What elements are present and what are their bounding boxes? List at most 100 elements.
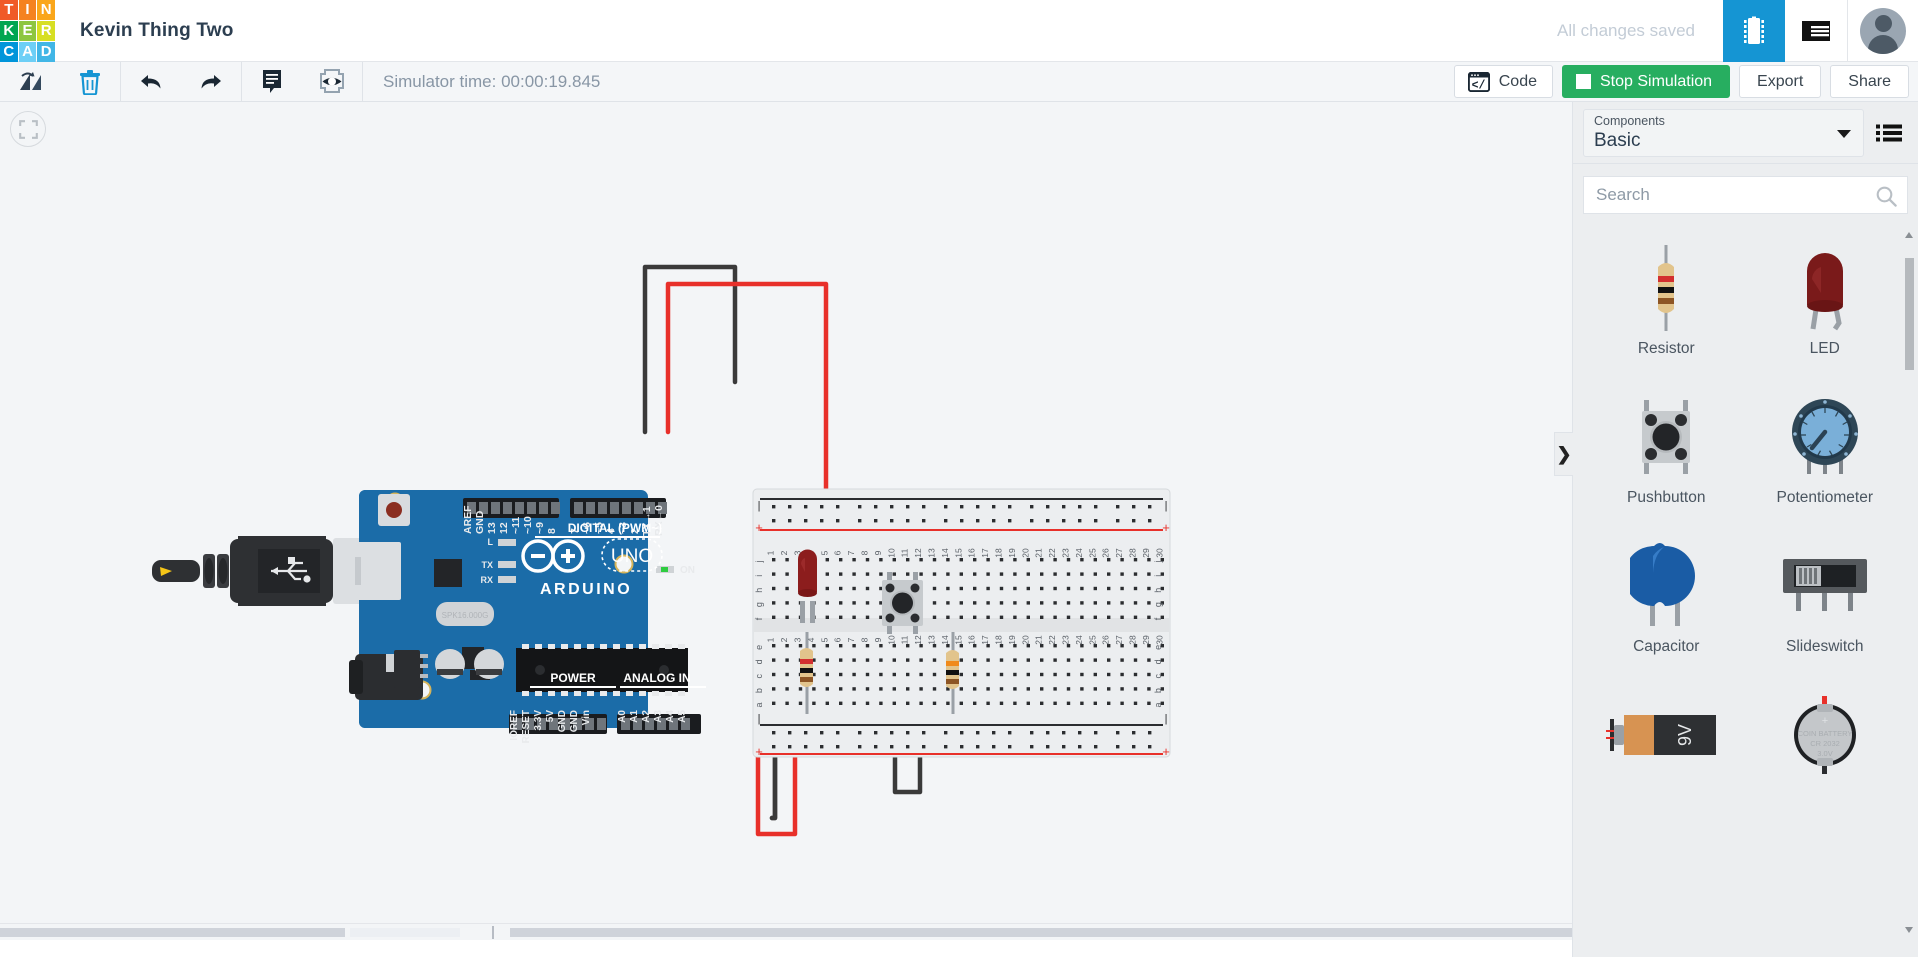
- component-item-potentiometer[interactable]: Potentiometer: [1746, 377, 1905, 526]
- component-item-slideswitch[interactable]: Slideswitch: [1746, 526, 1905, 675]
- share-button[interactable]: Share: [1830, 65, 1909, 98]
- panel-collapse-button[interactable]: ❯: [1554, 432, 1573, 476]
- svg-text:13: 13: [927, 548, 937, 558]
- delete-button[interactable]: [60, 62, 120, 102]
- svg-text:2: 2: [779, 550, 789, 555]
- svg-text:6: 6: [833, 637, 843, 642]
- svg-text:28: 28: [1128, 548, 1138, 558]
- top-bar: T I N K E R C A D Kevin Thing Two All ch…: [0, 0, 1918, 62]
- svg-text:Vin: Vin: [581, 710, 592, 725]
- component-item-resistor[interactable]: Resistor: [1587, 228, 1746, 377]
- rotate-button[interactable]: [0, 62, 60, 102]
- search-input[interactable]: [1584, 177, 1907, 213]
- led-art: [1793, 240, 1857, 336]
- list-view-icon: [1876, 124, 1902, 141]
- wire-red-top: [665, 281, 829, 525]
- component-label: LED: [1809, 340, 1840, 357]
- svg-text:|: |: [1165, 713, 1168, 725]
- top-bar-right: All changes saved: [1557, 0, 1918, 62]
- export-button-label: Export: [1757, 72, 1804, 90]
- svg-text:h: h: [1153, 588, 1163, 593]
- export-button[interactable]: Export: [1739, 65, 1822, 98]
- circuit-view-button[interactable]: [1723, 0, 1785, 62]
- stop-simulation-button[interactable]: Stop Simulation: [1561, 65, 1731, 98]
- component-item-capacitor[interactable]: Capacitor: [1587, 526, 1746, 675]
- annotation-button[interactable]: [302, 62, 362, 102]
- svg-text:c: c: [1153, 673, 1163, 678]
- svg-text:+: +: [755, 520, 763, 535]
- toolbar-actions: </ Code Stop Simulation Export Share: [1445, 62, 1918, 102]
- scroll-track-mid[interactable]: [350, 928, 460, 937]
- search-box[interactable]: [1583, 176, 1908, 214]
- svg-text:GND: GND: [569, 710, 580, 732]
- svg-text:d: d: [1153, 659, 1163, 664]
- rail-bottom-minus-line: [760, 724, 1163, 726]
- rotate-icon: [20, 71, 41, 90]
- svg-text:h: h: [754, 588, 764, 593]
- svg-text:a: a: [1153, 702, 1163, 707]
- coin-battery-line-3: 3.0V: [1817, 749, 1832, 758]
- components-vertical-scrollbar[interactable]: [1905, 230, 1914, 935]
- component-label: Pushbutton: [1627, 489, 1706, 506]
- rail-bottom-plus-line: [760, 753, 1163, 755]
- svg-text:A1: A1: [629, 710, 640, 723]
- redo-button[interactable]: [181, 62, 241, 102]
- svg-text:12: 12: [498, 522, 510, 534]
- svg-text:21: 21: [1034, 635, 1044, 645]
- components-list-view-button[interactable]: [1866, 102, 1912, 164]
- undo-button[interactable]: [121, 62, 181, 102]
- stop-simulation-label: Stop Simulation: [1599, 72, 1713, 90]
- circuit-diagram[interactable]: SPK16.000G L TX RX ON ARDUINO UNO AREF G…: [0, 102, 1572, 940]
- components-select-value: Basic: [1594, 129, 1641, 151]
- svg-text:5: 5: [819, 550, 829, 555]
- components-category-select[interactable]: Components Basic: [1583, 108, 1864, 157]
- logo-letter-n: N: [37, 0, 55, 20]
- components-list-button[interactable]: [1785, 0, 1847, 62]
- canvas-pushbutton[interactable]: [882, 572, 923, 634]
- svg-text:14: 14: [940, 548, 950, 558]
- share-button-label: Share: [1848, 72, 1891, 90]
- breadboard[interactable]: | | + + | | + + 1 2 3 5 6 7 8 9 10 11 12…: [752, 488, 1171, 759]
- logo-letter-e: E: [18, 20, 37, 41]
- component-item-battery-9v[interactable]: 9V: [1587, 675, 1746, 824]
- component-item-pushbutton[interactable]: Pushbutton: [1587, 377, 1746, 526]
- svg-text:11: 11: [900, 635, 910, 644]
- component-item-led[interactable]: LED: [1746, 228, 1905, 377]
- scroll-down-arrow-icon[interactable]: [1905, 927, 1913, 933]
- scroll-up-arrow-icon[interactable]: [1905, 232, 1913, 238]
- svg-text:g: g: [1153, 602, 1163, 607]
- circuit-canvas[interactable]: SPK16.000G L TX RX ON ARDUINO UNO AREF G…: [0, 102, 1572, 940]
- svg-text:17: 17: [980, 635, 990, 645]
- svg-text:16: 16: [967, 548, 977, 558]
- notes-button[interactable]: [242, 62, 302, 102]
- svg-text:~10: ~10: [522, 516, 534, 534]
- redo-arrow-icon: [201, 74, 221, 88]
- components-scroll-area[interactable]: Resistor LED Pushbutton Potentiometer Ca…: [1573, 220, 1918, 957]
- svg-text:26: 26: [1101, 635, 1111, 645]
- arduino-uno-board[interactable]: SPK16.000G L TX RX ON ARDUINO UNO AREF G…: [349, 490, 706, 743]
- scroll-thumb-left[interactable]: [0, 928, 345, 937]
- simulator-time: Simulator time: 00:00:19.845: [383, 71, 601, 91]
- svg-text:15: 15: [953, 635, 963, 645]
- code-button[interactable]: </ Code: [1453, 65, 1553, 98]
- svg-text:24: 24: [1074, 635, 1084, 645]
- svg-text:21: 21: [1034, 548, 1044, 558]
- svg-text:20: 20: [1020, 548, 1030, 558]
- tinkercad-logo[interactable]: T I N K E R C A D: [0, 0, 55, 62]
- svg-text:8: 8: [546, 528, 558, 534]
- scroll-thumb-right[interactable]: [510, 928, 1572, 937]
- editor-toolbar: Simulator time: 00:00:19.845 </ Code Sto…: [0, 61, 1918, 102]
- document-title[interactable]: Kevin Thing Two: [80, 20, 234, 42]
- component-item-coin-battery[interactable]: + COIN BATTERY CR 2032 3.0V: [1746, 675, 1905, 824]
- logo-letter-a: A: [18, 41, 37, 62]
- account-button[interactable]: [1848, 0, 1918, 62]
- slideswitch-art: [1777, 538, 1873, 634]
- svg-text:15: 15: [953, 548, 963, 558]
- stop-square-icon: [1575, 74, 1591, 89]
- led-L-label: L: [488, 537, 494, 547]
- scrollbar-thumb[interactable]: [1905, 258, 1914, 370]
- logo-letter-i: I: [18, 0, 37, 20]
- capacitor-art: [1630, 538, 1702, 634]
- svg-text:b: b: [1153, 688, 1163, 693]
- canvas-horizontal-scrollbar[interactable]: [0, 923, 1572, 940]
